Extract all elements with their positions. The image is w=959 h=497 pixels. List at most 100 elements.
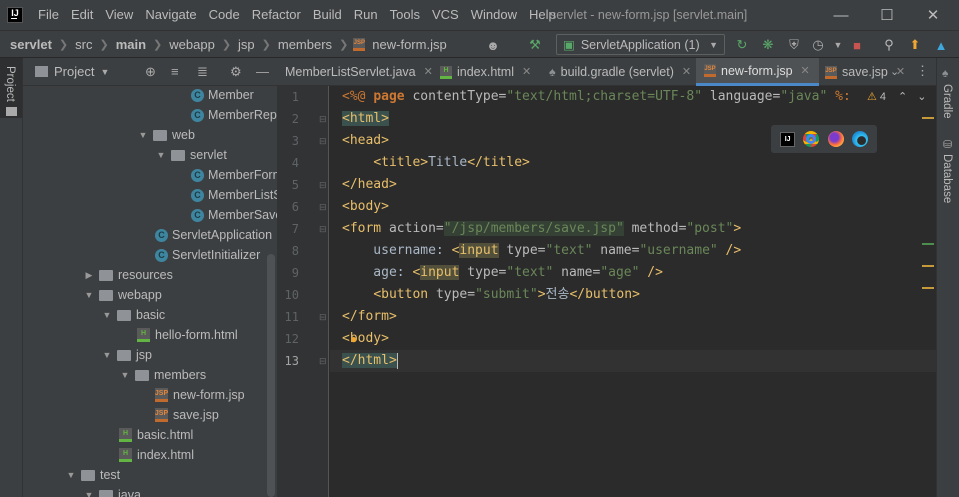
hide-panel-icon[interactable]: — (256, 64, 269, 79)
tab-build-gradle[interactable]: ♠ build.gradle (servlet) ✕ (541, 58, 699, 86)
code-editor[interactable]: 1 2 3 4 5 6 7 8 9 10 11 12 13 ⊟ ⊟ ⊟ ⊟ ⊟ … (277, 86, 936, 497)
collapse-all-icon[interactable]: ≣ (197, 64, 208, 80)
project-scrollbar[interactable] (267, 254, 275, 497)
tree-item[interactable]: C MemberSave (191, 205, 277, 225)
breadcrumb-members[interactable]: members (276, 37, 334, 52)
run-configuration-select[interactable]: ▣ ServletApplication (1) ▼ (556, 34, 725, 55)
warning-marker[interactable] (922, 265, 934, 267)
menu-run[interactable]: Run (348, 0, 384, 30)
jetbrains-toolbox-icon[interactable]: ▲ (932, 36, 950, 54)
database-tool-tab[interactable]: Database (941, 154, 953, 203)
maximize-icon[interactable]: ☐ (864, 0, 910, 30)
tree-item[interactable]: C MemberRepo (191, 105, 277, 125)
stop-icon[interactable]: ■ (848, 36, 866, 54)
close-icon[interactable]: ✕ (801, 57, 810, 85)
fold-icon[interactable]: ⊟ (319, 356, 327, 367)
coverage-icon[interactable]: ⛨ (785, 36, 803, 54)
breadcrumb-new-form[interactable]: new-form.jsp (370, 37, 448, 52)
chrome-icon[interactable] (803, 131, 820, 147)
build-hammer-icon[interactable]: ⚒ (526, 36, 544, 54)
gradle-tool-tab[interactable]: Gradle (941, 84, 953, 119)
tree-item[interactable]: ▼ jsp (101, 345, 152, 365)
menu-vcs[interactable]: VCS (426, 0, 465, 30)
edge-icon[interactable] (851, 131, 868, 147)
chevron-down-icon[interactable]: ▼ (155, 149, 167, 161)
breadcrumb-servlet[interactable]: servlet (8, 37, 54, 52)
tree-item[interactable]: JSP save.jsp (155, 405, 219, 425)
tree-item[interactable]: ▼ webapp (83, 285, 162, 305)
chevron-right-icon[interactable]: ▶ (83, 269, 95, 281)
fold-icon[interactable]: ⊟ (319, 224, 327, 235)
tree-item[interactable]: Hbasic.html (119, 425, 193, 445)
change-marker[interactable] (922, 243, 934, 245)
tab-new-form-jsp[interactable]: JSP new-form.jsp ✕ (696, 58, 819, 86)
lightbulb-icon[interactable]: ● (350, 332, 357, 346)
warning-marker[interactable] (922, 117, 934, 119)
tree-item[interactable]: JSP new-form.jsp (155, 385, 245, 405)
tab-index-html[interactable]: Hindex.html ✕ (432, 58, 539, 86)
breadcrumb-jsp[interactable]: jsp (236, 37, 257, 52)
menu-refactor[interactable]: Refactor (246, 0, 307, 30)
rerun-icon[interactable]: ↻ (733, 36, 751, 54)
user-icon[interactable]: ☻ (484, 36, 502, 54)
chevron-up-icon[interactable]: ⌃ (898, 90, 907, 103)
close-icon[interactable]: ✕ (910, 0, 956, 30)
update-icon[interactable]: ⬆ (906, 36, 924, 54)
minimize-icon[interactable]: — (818, 0, 864, 30)
tree-item[interactable]: C ServletInitializer (155, 245, 260, 265)
chevron-down-icon[interactable]: ▼ (137, 129, 149, 141)
fold-icon[interactable]: ⊟ (319, 136, 327, 147)
more-icon[interactable]: ⋮ (916, 63, 929, 79)
menu-edit[interactable]: Edit (65, 0, 99, 30)
menu-code[interactable]: Code (203, 0, 246, 30)
tree-item[interactable]: Hindex.html (119, 445, 194, 465)
tree-item[interactable]: ▼ java (83, 485, 141, 497)
menu-window[interactable]: Window (465, 0, 523, 30)
tree-item[interactable]: ▼ test (65, 465, 121, 485)
chevron-down-icon[interactable]: ▼ (100, 67, 109, 77)
project-view-select[interactable]: Project (54, 64, 94, 79)
breadcrumb-main[interactable]: main (114, 37, 148, 52)
intellij-browser-icon[interactable]: IJ (780, 131, 796, 147)
profile-icon[interactable]: ◷ (809, 36, 827, 54)
chevron-down-icon[interactable]: ▼ (83, 489, 95, 497)
menu-navigate[interactable]: Navigate (139, 0, 202, 30)
chevron-down-icon[interactable]: ▼ (65, 469, 77, 481)
expand-all-icon[interactable]: ≡ (171, 64, 179, 79)
firefox-icon[interactable] (827, 131, 844, 147)
tree-item[interactable]: C ServletApplication (155, 225, 272, 245)
tree-item[interactable]: C MemberForm (191, 165, 277, 185)
chevron-down-icon[interactable]: ▼ (829, 36, 847, 54)
tree-item[interactable]: ▼ servlet (155, 145, 227, 165)
close-icon[interactable]: ✕ (522, 58, 531, 86)
breadcrumb-webapp[interactable]: webapp (167, 37, 217, 52)
tree-item[interactable]: C Member (191, 85, 254, 105)
tree-item[interactable]: ▼ basic (101, 305, 166, 325)
debug-bug-icon[interactable]: ❋ (759, 36, 777, 54)
chevron-down-icon[interactable]: ▼ (83, 289, 95, 301)
menu-file[interactable]: File (32, 0, 65, 30)
tree-item[interactable]: Hhello-form.html (137, 325, 238, 345)
chevron-down-icon[interactable]: ⌄ (917, 90, 926, 103)
chevron-down-icon[interactable]: ▼ (119, 369, 131, 381)
breadcrumb-src[interactable]: src (73, 37, 94, 52)
fold-icon[interactable]: ⊟ (319, 114, 327, 125)
tree-item[interactable]: ▼ members (119, 365, 207, 385)
chevron-down-icon[interactable]: ▼ (101, 349, 113, 361)
tab-member-list-servlet[interactable]: MemberListServlet.java ✕ (277, 58, 441, 86)
inspection-widget[interactable]: ⚠ 4 ⌃ ⌄ (867, 90, 926, 104)
fold-icon[interactable]: ⊟ (319, 202, 327, 213)
menu-tools[interactable]: Tools (384, 0, 426, 30)
menu-build[interactable]: Build (307, 0, 348, 30)
tree-item[interactable]: C MemberListS (191, 185, 277, 205)
fold-icon[interactable]: ⊟ (319, 312, 327, 323)
fold-icon[interactable]: ⊟ (319, 180, 327, 191)
chevron-down-icon[interactable]: ⌄ (890, 65, 899, 78)
menu-view[interactable]: View (99, 0, 139, 30)
tree-item[interactable]: ▶ resources (83, 265, 173, 285)
locate-file-icon[interactable]: ⊕ (145, 64, 156, 80)
chevron-down-icon[interactable]: ▼ (101, 309, 113, 321)
close-icon[interactable]: ✕ (682, 58, 691, 86)
search-icon[interactable]: ⚲ (880, 36, 898, 54)
tree-item[interactable]: ▼ web (137, 125, 195, 145)
